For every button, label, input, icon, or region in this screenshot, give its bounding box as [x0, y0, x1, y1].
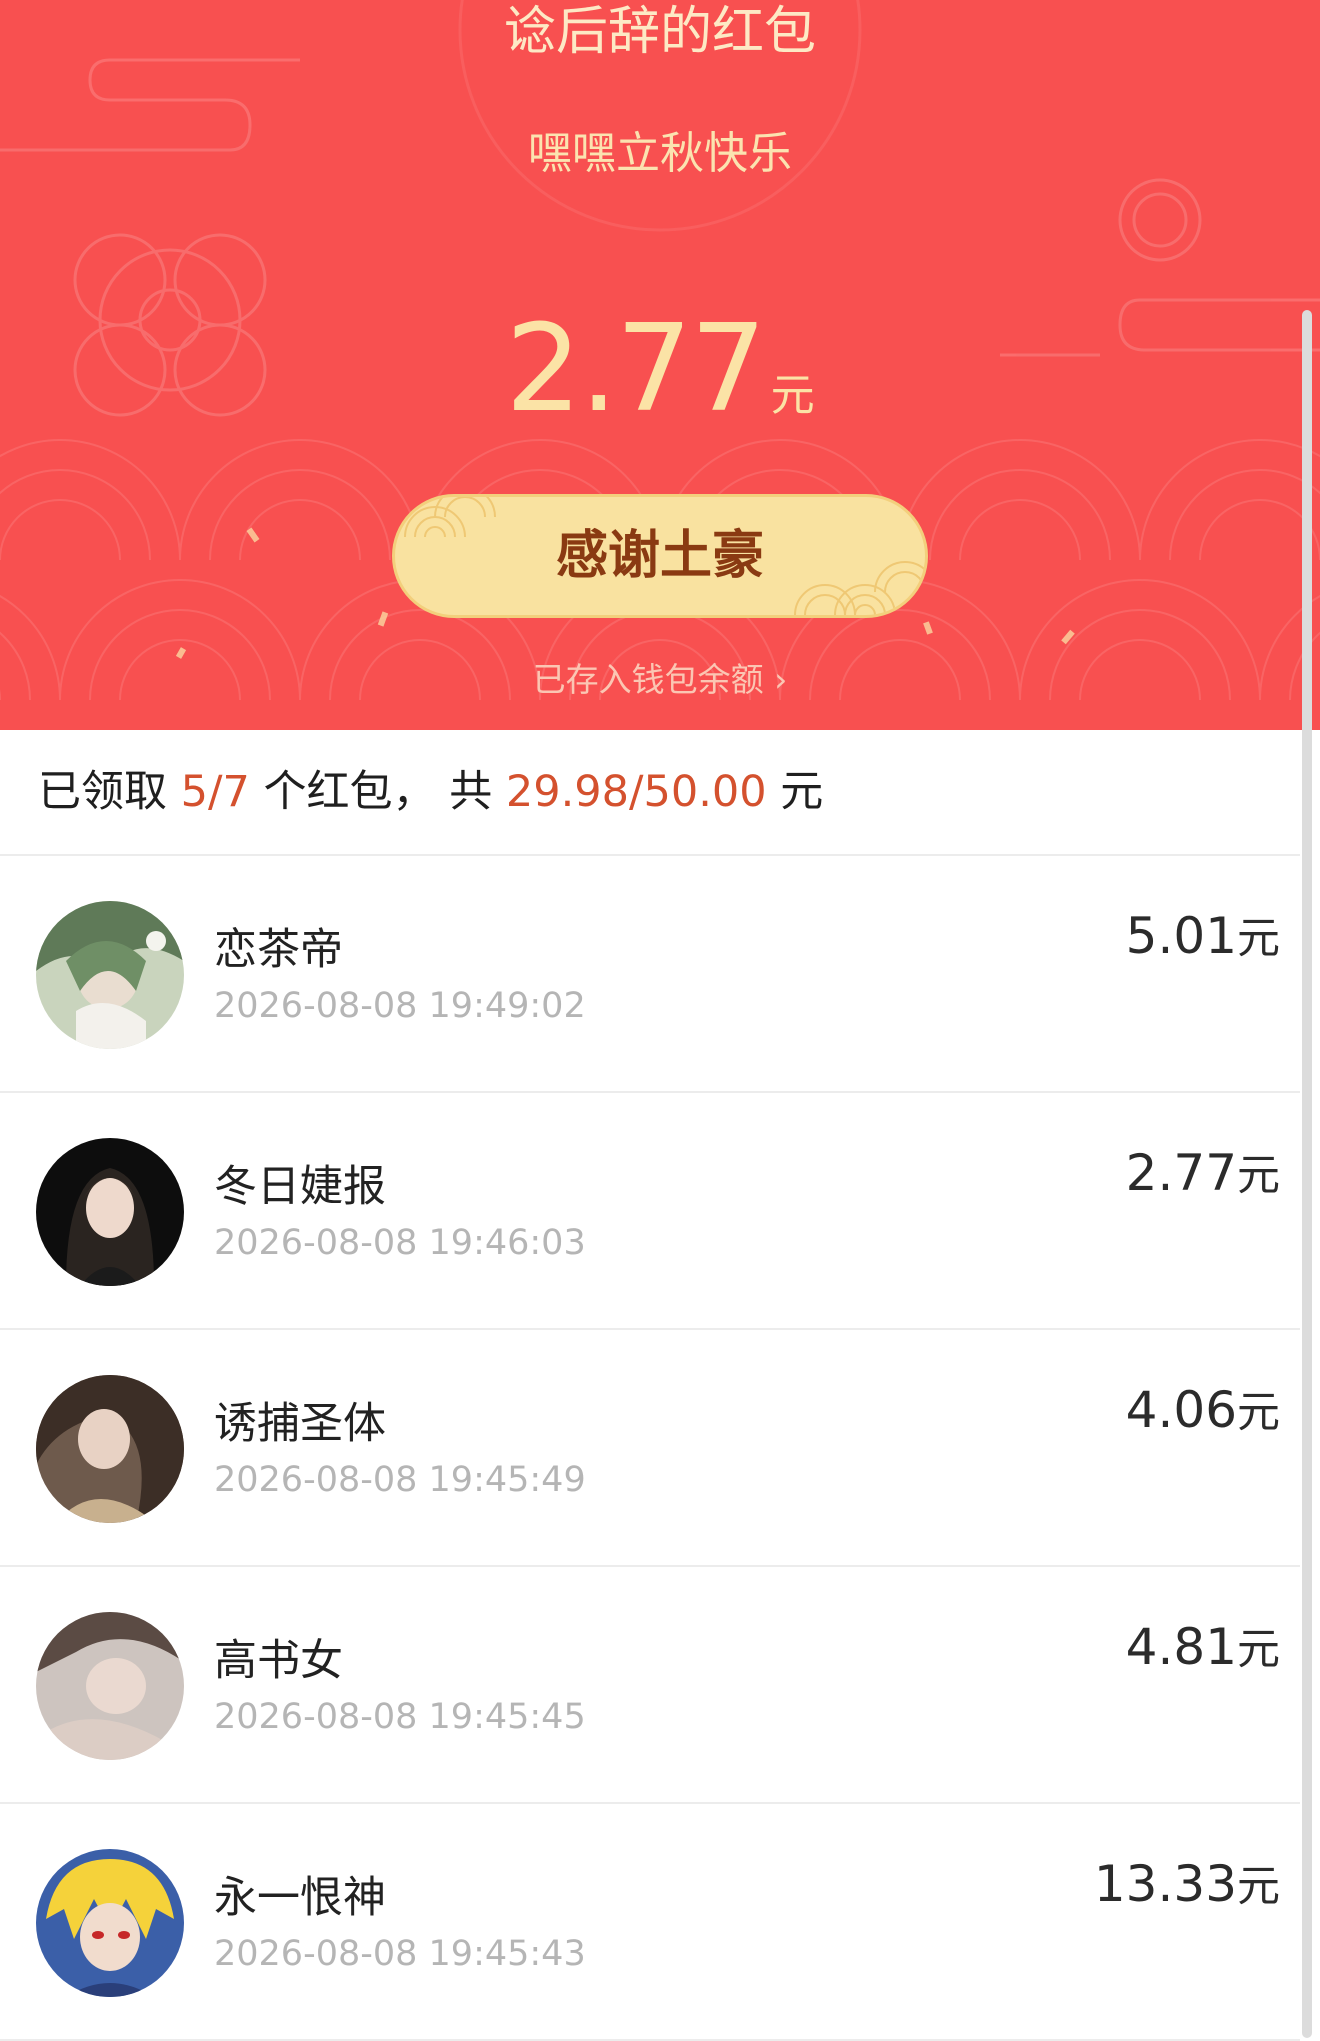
- claim-amount-value: 2.77: [1125, 1144, 1237, 1202]
- red-packet-header: 谂后辞的红包 嘿嘿立秋快乐 2.77 元 感谢土豪 已存入钱包余额 ›: [0, 0, 1320, 730]
- avatar[interactable]: [36, 1612, 184, 1760]
- claim-amount: 5.01元: [1126, 904, 1280, 971]
- summary-prefix: 已领取: [38, 767, 181, 817]
- claim-amount-value: 4.81: [1125, 1618, 1237, 1676]
- received-amount-value: 2.77: [505, 300, 766, 439]
- scrollbar[interactable]: [1302, 310, 1312, 2038]
- summary-middle: 个红包， 共: [249, 767, 506, 817]
- recipient-name: 高书女: [214, 1636, 343, 1686]
- received-amount: 2.77 元: [0, 300, 1320, 440]
- claim-time: 2026-08-08 19:45:43: [214, 1934, 586, 1974]
- avatar[interactable]: [36, 901, 184, 1049]
- avatar[interactable]: [36, 1138, 184, 1286]
- claim-time: 2026-08-08 19:45:49: [214, 1460, 586, 1500]
- recipient-name: 永一恨神: [214, 1873, 386, 1923]
- claim-time: 2026-08-08 19:45:45: [214, 1697, 586, 1737]
- greeting-message: 嘿嘿立秋快乐: [528, 128, 792, 179]
- claim-amount-unit: 元: [1237, 914, 1280, 964]
- claim-time: 2026-08-08 19:49:02: [214, 986, 586, 1026]
- received-amount-unit: 元: [770, 370, 815, 421]
- claim-time: 2026-08-08 19:46:03: [214, 1223, 586, 1263]
- avatar[interactable]: [36, 1849, 184, 1997]
- claimed-count: 5/7: [180, 767, 250, 817]
- recipient-name: 冬日婕报: [214, 1162, 386, 1212]
- list-item[interactable]: 恋茶帝 2026-08-08 19:49:02 5.01元: [0, 856, 1300, 1093]
- claim-amount-unit: 元: [1237, 1625, 1280, 1675]
- sender-title: 谂后辞的红包: [503, 2, 816, 62]
- claim-amount: 4.06元: [1126, 1378, 1280, 1445]
- claim-amount-unit: 元: [1237, 1151, 1280, 1201]
- claim-amount-value: 5.01: [1125, 907, 1237, 965]
- thank-button-label: 感谢土豪: [555, 526, 764, 586]
- list-item[interactable]: 高书女 2026-08-08 19:45:45 4.81元: [0, 1567, 1300, 1804]
- recipient-name: 恋茶帝: [214, 925, 343, 975]
- claimed-amount: 29.98/50.00: [505, 767, 767, 817]
- claim-amount: 2.77元: [1126, 1141, 1280, 1208]
- recipient-name: 诱捕圣体: [214, 1399, 386, 1449]
- summary-suffix: 元: [766, 767, 824, 817]
- list-item[interactable]: 冬日婕报 2026-08-08 19:46:03 2.77元: [0, 1093, 1300, 1330]
- avatar[interactable]: [36, 1375, 184, 1523]
- thank-button[interactable]: 感谢土豪: [392, 494, 928, 618]
- claim-amount: 13.33元: [1094, 1852, 1280, 1919]
- claim-list: 恋茶帝 2026-08-08 19:49:02 5.01元 冬日婕报 2026-…: [0, 856, 1300, 2041]
- claim-amount: 4.81元: [1126, 1615, 1280, 1682]
- claim-summary: 已领取 5/7 个红包， 共 29.98/50.00 元: [0, 730, 1300, 856]
- claim-amount-value: 4.06: [1125, 1381, 1237, 1439]
- claim-amount-unit: 元: [1237, 1388, 1280, 1438]
- claim-amount-value: 13.33: [1093, 1855, 1237, 1913]
- wallet-balance-link[interactable]: 已存入钱包余额 ›: [0, 652, 1320, 708]
- list-item[interactable]: 诱捕圣体 2026-08-08 19:45:49 4.06元: [0, 1330, 1300, 1567]
- list-item[interactable]: 永一恨神 2026-08-08 19:45:43 13.33元: [0, 1804, 1300, 2041]
- claim-amount-unit: 元: [1237, 1862, 1280, 1912]
